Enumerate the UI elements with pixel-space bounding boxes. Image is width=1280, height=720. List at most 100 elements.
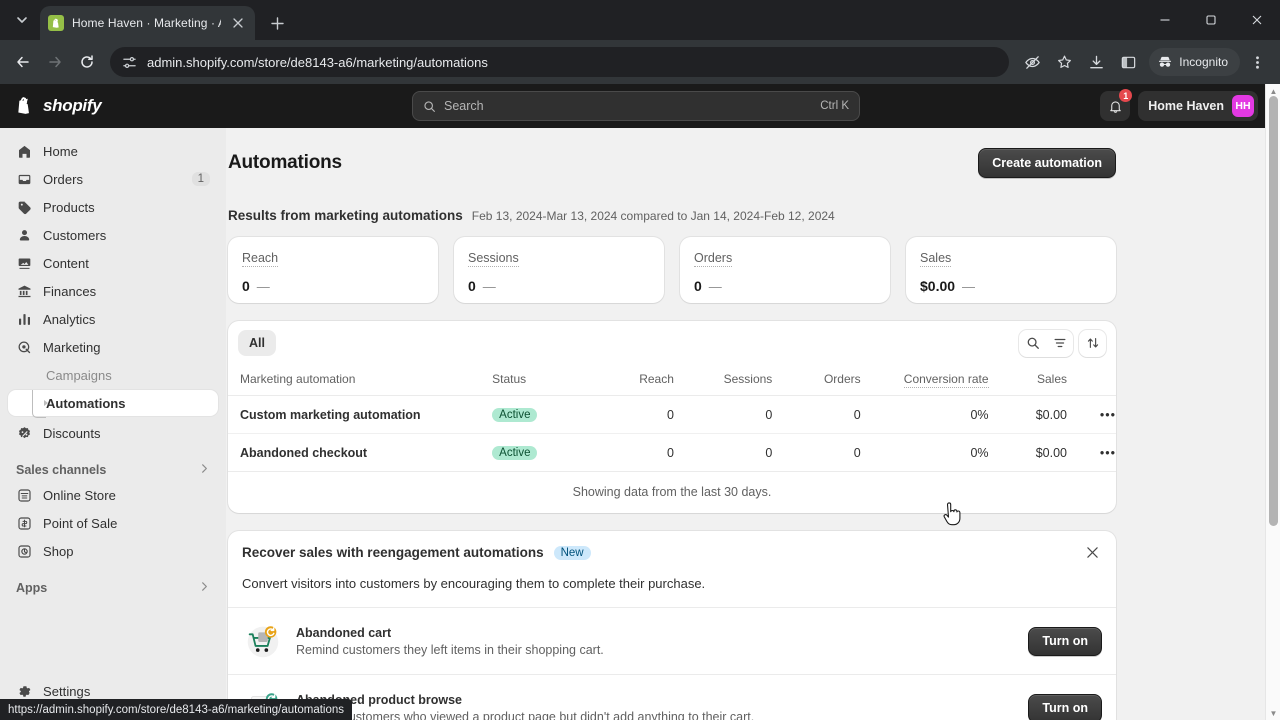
sidebar-item-label: Customers (43, 227, 107, 243)
col-conversion-rate: Conversion rate (860, 365, 989, 396)
metric-delta: — (256, 278, 270, 294)
url-text: admin.shopify.com/store/de8143-a6/market… (147, 54, 488, 70)
sidebar-item-point-of-sale[interactable]: Point of Sale (8, 510, 218, 536)
search-icon[interactable] (1019, 330, 1046, 357)
sidebar-item-label: Online Store (43, 487, 116, 503)
scroll-down-arrow-icon[interactable]: ▼ (1266, 706, 1280, 720)
create-automation-button[interactable]: Create automation (978, 148, 1116, 178)
sidebar-item-finances[interactable]: Finances (8, 278, 218, 304)
shopify-bag-icon (48, 15, 64, 31)
close-icon[interactable] (1234, 0, 1280, 40)
metric-card-sessions: Sessions 0 — (454, 237, 664, 303)
page-scrollbar[interactable]: ▲ ▼ (1265, 84, 1280, 720)
automations-table: Marketing automation Status Reach Sessio… (228, 365, 1116, 472)
reload-icon[interactable] (72, 47, 102, 77)
row-name[interactable]: Abandoned checkout (228, 433, 493, 472)
shop-icon (16, 543, 33, 560)
sort-arrows-icon[interactable] (1079, 330, 1106, 357)
maximize-icon[interactable] (1188, 0, 1234, 40)
store-account-button[interactable]: Home Haven HH (1138, 91, 1258, 121)
sidebar-item-analytics[interactable]: Analytics (8, 306, 218, 332)
filter-icon[interactable] (1046, 330, 1073, 357)
discount-icon (16, 425, 33, 442)
sidebar-item-shop[interactable]: Shop (8, 538, 218, 564)
metric-label[interactable]: Sessions (468, 251, 519, 267)
status-badge: Active (492, 446, 538, 460)
incognito-indicator[interactable]: Incognito (1149, 48, 1240, 76)
back-arrow-icon[interactable] (8, 47, 38, 77)
scrollbar-thumb[interactable] (1269, 96, 1278, 526)
tab-search-icon[interactable] (8, 6, 36, 34)
sidebar-item-customers[interactable]: Customers (8, 222, 218, 248)
sidebar-group-apps[interactable]: Apps (8, 576, 218, 600)
shopify-bag-icon (14, 95, 36, 117)
turn-on-button[interactable]: Turn on (1028, 693, 1102, 720)
sidebar-item-online-store[interactable]: Online Store (8, 482, 218, 508)
row-conversion-rate: 0% (860, 433, 989, 472)
table-header-row: Marketing automation Status Reach Sessio… (228, 365, 1116, 396)
metric-label[interactable]: Orders (694, 251, 733, 267)
kebab-menu-icon[interactable]: ••• (1067, 395, 1116, 434)
close-icon[interactable] (1083, 545, 1102, 563)
browser-tab[interactable]: Home Haven · Marketing · Auto (40, 6, 255, 40)
new-tab-button[interactable] (263, 9, 291, 37)
status-bar-url: https://admin.shopify.com/store/de8143-a… (0, 699, 353, 720)
recommendation-title: Abandoned product browse (296, 692, 462, 707)
row-name[interactable]: Custom marketing automation (228, 395, 493, 434)
download-icon[interactable] (1081, 47, 1111, 77)
star-icon[interactable] (1049, 47, 1079, 77)
new-badge: New (553, 545, 591, 560)
metric-label[interactable]: Sales (920, 251, 952, 267)
sidebar-item-products[interactable]: Products (8, 194, 218, 220)
sidebar-item-label: Finances (43, 283, 97, 299)
three-dot-menu-icon[interactable] (1242, 47, 1272, 77)
sidebar-item-content[interactable]: Content (8, 250, 218, 276)
eye-slash-icon[interactable] (1017, 47, 1047, 77)
sidebar-item-marketing[interactable]: Marketing (8, 334, 218, 360)
recommendation-text: Abandoned cart Remind customers they lef… (296, 626, 1016, 657)
topbar-right: 1 Home Haven HH (1100, 89, 1258, 121)
tab-all[interactable]: All (238, 330, 276, 356)
close-icon[interactable] (229, 14, 247, 32)
col-marketing-automation: Marketing automation (228, 365, 493, 396)
metric-delta: — (962, 278, 976, 294)
side-panel-icon[interactable] (1113, 47, 1143, 77)
sidebar-item-home[interactable]: Home (8, 138, 218, 164)
sidebar-item-discounts[interactable]: Discounts (8, 420, 218, 446)
avatar: HH (1232, 95, 1254, 117)
sidebar-item-orders[interactable]: Orders 1 (8, 166, 218, 192)
tab-title: Home Haven · Marketing · Auto (72, 16, 221, 30)
col-conversion-rate-label[interactable]: Conversion rate (903, 372, 989, 388)
col-status: Status (492, 365, 572, 396)
shopify-logo[interactable]: shopify (0, 95, 272, 117)
table-row[interactable]: Abandoned checkout Active 0 0 0 0% $0.00 (228, 433, 1116, 472)
search-input[interactable]: Search Ctrl K (412, 91, 860, 121)
recommendation-row: Abandoned cart Remind customers they lef… (228, 607, 1116, 674)
metric-delta: — (708, 278, 722, 294)
sort-button[interactable] (1079, 329, 1106, 357)
minimize-icon[interactable] (1142, 0, 1188, 40)
recommendation-description: Engage customers who viewed a product pa… (296, 709, 755, 720)
row-reach: 0 (571, 395, 674, 434)
kebab-menu-icon[interactable]: ••• (1067, 433, 1116, 472)
metric-value: 0 (694, 278, 702, 294)
table-row[interactable]: Custom marketing automation Active 0 0 0… (228, 395, 1116, 434)
recommendation-row: Abandoned product browse Engage customer… (228, 674, 1116, 720)
window-controls (1142, 0, 1280, 40)
notifications-button[interactable]: 1 (1100, 89, 1133, 121)
banner-header: Recover sales with reengagement automati… (228, 531, 1116, 563)
toolbar-actions: Incognito (1017, 47, 1272, 77)
results-title: Results from marketing automations (228, 208, 463, 223)
content-column: Automations Create automation Results fr… (226, 144, 1116, 720)
sidebar: Home Orders 1 Products Customers Content… (0, 128, 226, 720)
address-bar[interactable]: admin.shopify.com/store/de8143-a6/market… (110, 47, 1010, 77)
metric-label[interactable]: Reach (242, 251, 279, 267)
sidebar-item-campaigns[interactable]: Campaigns (8, 362, 218, 388)
search-and-filter-group (1019, 329, 1073, 357)
page-viewport: shopify Search Ctrl K 1 Home Haven HH Ho… (0, 84, 1280, 720)
page-settings-icon[interactable] (122, 55, 137, 70)
pos-icon (16, 515, 33, 532)
turn-on-button[interactable]: Turn on (1028, 626, 1102, 656)
sidebar-item-automations[interactable]: Automations (8, 390, 218, 418)
sidebar-group-sales-channels[interactable]: Sales channels (8, 458, 218, 482)
